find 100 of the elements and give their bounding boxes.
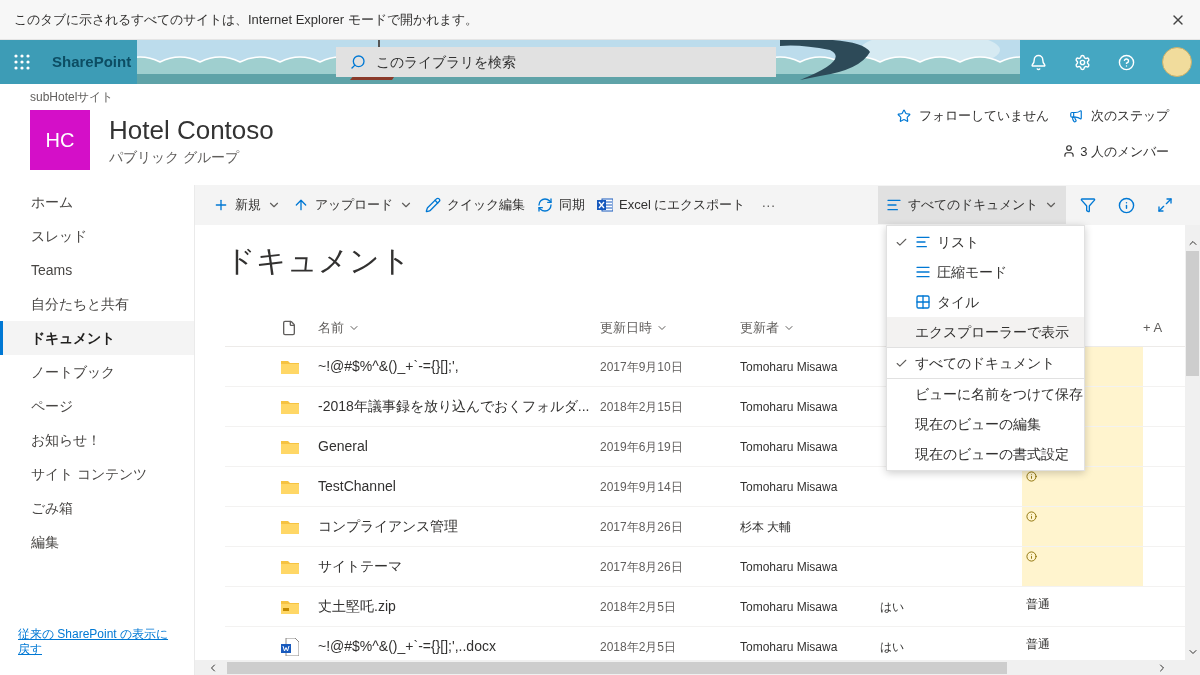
file-name[interactable]: ~!@#$%^&()_+`-={}[];',..docx <box>318 627 600 660</box>
folder-icon <box>281 519 299 534</box>
upload-icon <box>293 197 309 213</box>
file-type-icon <box>281 320 297 336</box>
classic-view-link[interactable]: 従来の SharePoint の表示に戻す <box>18 627 173 657</box>
table-cell-text: Tomoharu Misawa <box>740 598 839 616</box>
menu-item-label: ビューに名前をつけて保存 <box>915 384 1083 404</box>
sync-icon <box>537 197 553 213</box>
star-icon <box>897 108 911 123</box>
help-icon[interactable] <box>1118 53 1135 71</box>
nav-item[interactable]: ホーム <box>0 185 194 219</box>
command-button[interactable]: 同期 <box>533 185 589 225</box>
menu-item-label: タイル <box>937 292 979 312</box>
nav-item[interactable]: 自分たちと共有 <box>0 287 194 321</box>
page-title: ドキュメント <box>225 243 411 279</box>
file-name[interactable]: 丈土堅吒.zip <box>318 587 600 626</box>
nav-item[interactable]: 編集 <box>0 525 194 559</box>
add-column-button[interactable]: + A <box>1143 318 1163 338</box>
view-switcher[interactable]: すべてのドキュメント <box>878 186 1066 224</box>
file-name[interactable]: ~!@#$%^&()_+`-={}[];', <box>318 347 600 386</box>
menu-item-label: 圧縮モード <box>937 262 1007 282</box>
table-cell: 普通 <box>1026 637 1050 651</box>
menu-item[interactable]: 現在のビューの書式設定 <box>887 439 1084 469</box>
menu-item[interactable]: リスト <box>887 227 1084 257</box>
word-document-icon <box>281 637 299 656</box>
menu-item[interactable]: すべてのドキュメント <box>887 348 1084 378</box>
folder-icon <box>281 479 299 494</box>
file-row[interactable]: コンプライアンス管理 2017年8月26日 杉本 大輔 <box>225 507 1185 547</box>
spreadsheet-icon <box>597 198 613 212</box>
file-name[interactable]: General <box>318 427 600 466</box>
menu-item-label: すべてのドキュメント <box>915 353 1055 373</box>
menu-item[interactable]: エクスプローラーで表示 <box>887 317 1084 347</box>
file-name[interactable]: コンプライアンス管理 <box>318 507 600 546</box>
notifications-icon[interactable] <box>1030 53 1047 71</box>
horizontal-scrollbar[interactable] <box>195 660 1200 675</box>
more-button[interactable]: ··· <box>753 194 784 216</box>
breadcrumb-link[interactable]: subHotelサイト <box>30 88 274 106</box>
site-title: Hotel Contoso <box>109 113 274 147</box>
table-cell-text: 杉本 大輔 <box>740 518 793 536</box>
menu-item-label: リスト <box>937 232 979 252</box>
file-name[interactable]: TestChannel <box>318 467 600 506</box>
plus-icon <box>213 197 229 213</box>
folder-icon <box>281 399 299 414</box>
compact-list-icon <box>915 264 931 280</box>
table-cell-text: Tomoharu Misawa <box>740 398 839 416</box>
column-header[interactable]: 更新日時 <box>600 318 740 338</box>
command-button[interactable]: 新規 <box>209 185 285 225</box>
table-cell-text: 2019年9月14日 <box>600 478 684 496</box>
nav-item[interactable]: サイト コンテンツ <box>0 457 194 491</box>
site-subtitle: パブリック グループ <box>109 147 241 167</box>
table-cell-text: Tomoharu Misawa <box>740 638 839 656</box>
filter-icon[interactable] <box>1080 197 1096 213</box>
table-cell-text: Tomoharu Misawa <box>740 438 839 456</box>
nav-item[interactable]: Teams <box>0 253 194 287</box>
column-header[interactable]: 更新者 <box>740 318 880 338</box>
menu-item[interactable]: タイル <box>887 287 1084 317</box>
list-icon <box>886 197 902 213</box>
nav-item[interactable]: ノートブック <box>0 355 194 389</box>
site-logo: HC <box>30 110 90 170</box>
file-row[interactable]: 丈土堅吒.zip 2018年2月5日 Tomoharu Misawa はい 普通 <box>225 587 1185 627</box>
column-header[interactable]: 名前 <box>318 318 600 338</box>
command-button[interactable]: Excel にエクスポート <box>593 185 750 225</box>
nav-item[interactable]: お知らせ！ <box>0 423 194 457</box>
list-icon <box>915 234 931 250</box>
table-cell-text: 2017年9月10日 <box>600 358 684 376</box>
zipped-folder-icon <box>281 599 299 614</box>
menu-item-label: エクスプローラーで表示 <box>915 322 1069 342</box>
table-cell-text: はい <box>880 638 904 656</box>
members-button[interactable]: 3 人のメンバー <box>1062 141 1169 161</box>
nav-item[interactable]: スレッド <box>0 219 194 253</box>
menu-item[interactable]: 圧縮モード <box>887 257 1084 287</box>
app-launcher-icon[interactable] <box>14 54 30 70</box>
folder-icon <box>281 439 299 454</box>
megaphone-icon <box>1069 108 1083 123</box>
folder-icon <box>281 359 299 374</box>
table-cell-text: 2018年2月15日 <box>600 398 684 416</box>
nav-item[interactable]: ドキュメント <box>0 321 194 355</box>
search-field[interactable]: このライブラリを検索 <box>336 47 777 77</box>
nav-item[interactable]: ページ <box>0 389 194 423</box>
next-steps-button[interactable]: 次のステップ <box>1069 106 1169 126</box>
table-cell-text: 2017年8月26日 <box>600 558 684 576</box>
info-icon[interactable] <box>1118 196 1135 214</box>
command-button[interactable]: クイック編集 <box>421 185 529 225</box>
table-cell-text: 2019年6月19日 <box>600 438 684 456</box>
follow-button[interactable]: フォローしていません <box>897 106 1049 126</box>
file-name[interactable]: -2018年議事録を放り込んでおくフォルダ... <box>318 387 600 426</box>
command-button[interactable]: アップロード <box>289 185 417 225</box>
vertical-scrollbar[interactable] <box>1185 225 1200 660</box>
settings-icon[interactable] <box>1074 53 1091 71</box>
table-cell: 普通 <box>1026 597 1050 611</box>
expand-icon[interactable] <box>1157 197 1173 213</box>
table-cell-text: 2018年2月5日 <box>600 638 678 656</box>
table-cell-text: Tomoharu Misawa <box>740 478 839 496</box>
notification-text: このタブに示されるすべてのサイトは、Internet Explorer モードで開かれます。 <box>14 10 478 29</box>
table-cell-text: Tomoharu Misawa <box>740 358 839 376</box>
person-icon <box>1062 144 1077 159</box>
file-name[interactable]: サイトテーマ <box>318 547 600 586</box>
nav-item[interactable]: ごみ箱 <box>0 491 194 525</box>
file-row[interactable]: サイトテーマ 2017年8月26日 Tomoharu Misawa <box>225 547 1185 587</box>
search-icon <box>350 54 367 70</box>
